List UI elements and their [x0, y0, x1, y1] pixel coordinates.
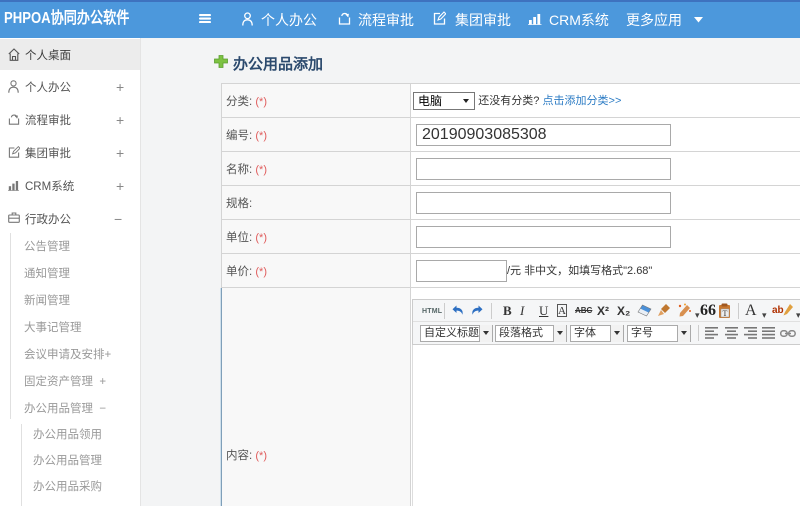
svg-text:T: T	[723, 309, 728, 318]
